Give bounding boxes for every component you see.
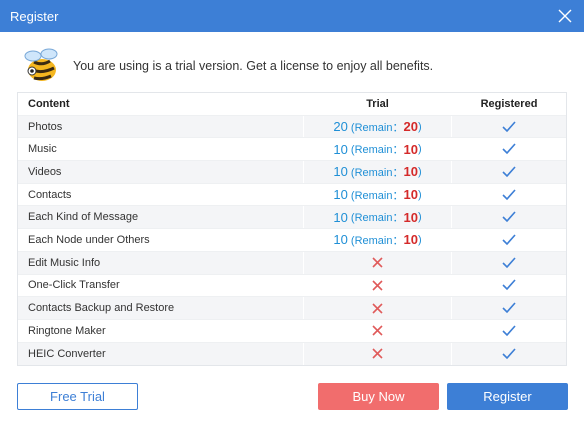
remain-label: (Remain： bbox=[350, 212, 404, 225]
registered-cell bbox=[451, 229, 566, 251]
buy-now-button[interactable]: Buy Now bbox=[318, 383, 439, 410]
remain-label: (Remain： bbox=[350, 166, 404, 179]
remain-label: (Remain： bbox=[350, 121, 404, 134]
feature-label: Each Kind of Message bbox=[28, 211, 139, 224]
check-icon bbox=[502, 143, 516, 155]
trial-message: You are using is a trial version. Get a … bbox=[73, 59, 434, 73]
check-icon bbox=[502, 325, 516, 336]
window-title: Register bbox=[10, 8, 59, 24]
table-header-row: Content Trial Registered bbox=[18, 93, 566, 116]
remain-count: 10 bbox=[403, 187, 418, 203]
feature-label: Edit Music Info bbox=[28, 256, 101, 269]
registered-cell bbox=[451, 138, 566, 161]
registered-cell bbox=[451, 206, 566, 229]
remain-close: ) bbox=[417, 143, 422, 156]
remain-count: 10 bbox=[403, 209, 418, 225]
cross-icon bbox=[372, 280, 383, 291]
remain-close: ) bbox=[417, 188, 422, 201]
remain-count: 10 bbox=[403, 141, 418, 157]
table-row: Edit Music Info bbox=[18, 251, 566, 275]
check-icon bbox=[502, 348, 516, 360]
feature-label: One-Click Transfer bbox=[28, 279, 120, 292]
trial-notice: You are using is a trial version. Get a … bbox=[20, 46, 433, 86]
close-icon[interactable] bbox=[556, 7, 574, 25]
trial-cell bbox=[303, 297, 451, 319]
trial-cell: 20 (Remain： 20) bbox=[303, 115, 451, 138]
check-icon bbox=[502, 211, 516, 223]
remain-count: 20 bbox=[403, 119, 418, 135]
remain-count: 10 bbox=[403, 232, 418, 248]
register-button[interactable]: Register bbox=[447, 383, 568, 410]
table-row: Contacts Backup and Restore bbox=[18, 297, 566, 320]
registered-cell bbox=[451, 274, 566, 297]
cross-icon bbox=[372, 348, 383, 359]
check-icon bbox=[502, 189, 516, 200]
registered-cell bbox=[451, 115, 566, 138]
trial-cell: 10 (Remain： 10) bbox=[303, 229, 451, 251]
title-bar: Register bbox=[0, 0, 584, 32]
table-row: Each Kind of Message 10 (Remain： 10) bbox=[18, 206, 566, 230]
table-row: One-Click Transfer bbox=[18, 274, 566, 298]
feature-label: Contacts bbox=[28, 188, 72, 201]
free-trial-button[interactable]: Free Trial bbox=[17, 383, 138, 410]
remain-label: (Remain： bbox=[350, 144, 404, 157]
bee-logo-icon bbox=[24, 48, 58, 81]
trial-limit: 10 bbox=[333, 141, 348, 157]
remain-count: 10 bbox=[403, 164, 418, 180]
registered-cell bbox=[451, 342, 566, 366]
header-content: Content bbox=[28, 97, 70, 110]
trial-limit: 10 bbox=[333, 232, 348, 248]
trial-cell bbox=[303, 251, 451, 274]
cross-icon bbox=[372, 325, 383, 336]
remain-label: (Remain： bbox=[350, 189, 404, 202]
trial-limit: 10 bbox=[333, 164, 348, 180]
trial-cell bbox=[303, 319, 451, 342]
feature-label: Videos bbox=[28, 165, 62, 178]
table-row: Ringtone Maker bbox=[18, 319, 566, 343]
trial-limit: 10 bbox=[333, 187, 348, 203]
trial-cell: 10 (Remain： 10) bbox=[303, 161, 451, 183]
registered-cell bbox=[451, 161, 566, 183]
feature-label: Ringtone Maker bbox=[28, 324, 106, 337]
trial-cell: 10 (Remain： 10) bbox=[303, 183, 451, 206]
table-row: Photos 20 (Remain： 20) bbox=[18, 115, 566, 139]
feature-label: HEIC Converter bbox=[28, 347, 106, 360]
check-icon bbox=[502, 234, 516, 246]
header-registered: Registered bbox=[451, 93, 566, 115]
trial-cell: 10 (Remain： 10) bbox=[303, 206, 451, 229]
check-icon bbox=[502, 120, 516, 132]
remain-label: (Remain： bbox=[350, 234, 404, 247]
table-row: Videos 10 (Remain： 10) bbox=[18, 161, 566, 184]
feature-label: Contacts Backup and Restore bbox=[28, 302, 175, 315]
header-trial: Trial bbox=[303, 93, 451, 115]
cross-icon bbox=[372, 302, 383, 314]
feature-comparison-table: Content Trial Registered Photos 20 (Remai… bbox=[17, 92, 567, 367]
registered-cell bbox=[451, 297, 566, 319]
trial-cell bbox=[303, 342, 451, 366]
registered-cell bbox=[451, 251, 566, 274]
feature-label: Music bbox=[28, 143, 57, 156]
trial-limit: 20 bbox=[333, 119, 348, 135]
cross-icon bbox=[372, 257, 383, 268]
remain-close: ) bbox=[417, 165, 422, 178]
registered-cell bbox=[451, 183, 566, 206]
trial-cell bbox=[303, 274, 451, 297]
check-icon bbox=[502, 279, 516, 291]
feature-label: Each Node under Others bbox=[28, 233, 150, 246]
check-icon bbox=[502, 166, 516, 178]
table-row: Contacts 10 (Remain： 10) bbox=[18, 183, 566, 207]
remain-close: ) bbox=[417, 211, 422, 224]
feature-label: Photos bbox=[28, 120, 63, 133]
registered-cell bbox=[451, 319, 566, 342]
check-icon bbox=[502, 257, 516, 268]
remain-close: ) bbox=[417, 120, 422, 133]
table-row: Music 10 (Remain： 10) bbox=[18, 138, 566, 162]
remain-close: ) bbox=[417, 233, 422, 246]
table-row: HEIC Converter bbox=[18, 342, 566, 366]
trial-cell: 10 (Remain： 10) bbox=[303, 138, 451, 161]
check-icon bbox=[502, 302, 516, 314]
trial-limit: 10 bbox=[333, 209, 348, 225]
table-row: Each Node under Others 10 (Remain： 10) bbox=[18, 229, 566, 252]
